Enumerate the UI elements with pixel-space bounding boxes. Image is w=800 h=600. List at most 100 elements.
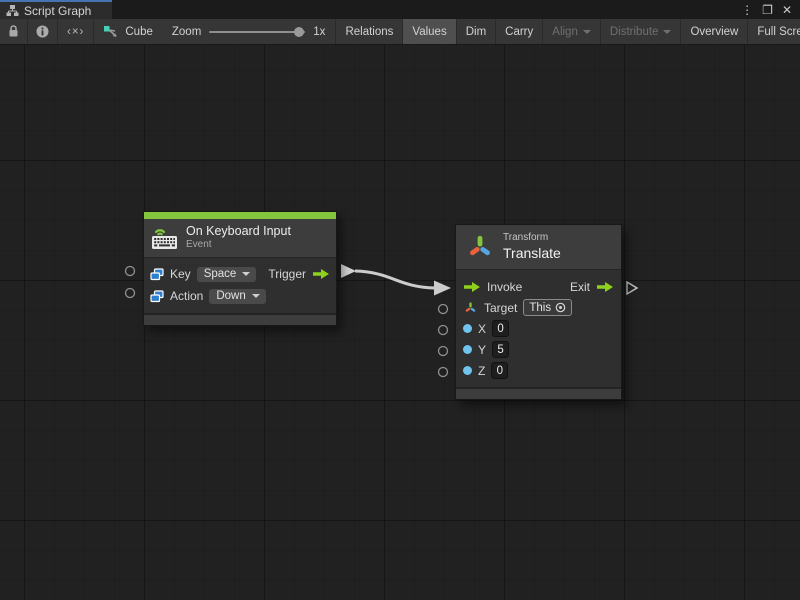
dim-label: Dim (466, 26, 486, 38)
overview-label: Overview (690, 26, 738, 38)
x-value: 0 (497, 323, 503, 335)
titlebar: Script Graph ⋮ ❐ ✕ (0, 0, 800, 19)
zoom-slider[interactable] (209, 31, 305, 33)
z-value: 0 (497, 365, 503, 377)
info-button[interactable] (28, 19, 58, 44)
keyboard-node-header[interactable]: On Keyboard Input Event (144, 219, 336, 258)
key-value: Space (204, 268, 237, 280)
value-dot-icon (463, 366, 472, 375)
titlebar-spacer (112, 0, 741, 19)
relations-button[interactable]: Relations (336, 19, 403, 44)
values-label: Values (412, 26, 446, 38)
target-label: Target (484, 301, 517, 315)
z-row: Z 0 (463, 360, 614, 381)
connection-layer (0, 45, 800, 600)
wire-trigger-to-invoke[interactable] (355, 271, 435, 288)
values-button[interactable]: Values (403, 19, 456, 44)
value-port-action[interactable] (126, 289, 135, 298)
translate-node-header[interactable]: Transform Translate (456, 225, 621, 270)
keyboard-node-body: Key Space Trigger Action Down (144, 258, 336, 313)
action-label: Action (170, 289, 203, 303)
info-icon (36, 25, 49, 38)
exit-label: Exit (570, 280, 590, 294)
node-on-keyboard-input[interactable]: On Keyboard Input Event Key Space Trigge… (143, 211, 337, 326)
x-input[interactable]: 0 (492, 320, 509, 337)
node-title: On Keyboard Input (186, 224, 291, 239)
value-port-y[interactable] (439, 347, 448, 356)
invoke-row: Invoke Exit (463, 276, 614, 297)
y-input[interactable]: 5 (492, 341, 509, 358)
transform-icon (465, 233, 495, 262)
lock-icon (8, 25, 19, 38)
z-input[interactable]: 0 (491, 362, 508, 379)
carry-button[interactable]: Carry (496, 19, 543, 44)
z-label: Z (478, 364, 485, 378)
full-screen-button[interactable]: Full Screen (748, 19, 800, 44)
node-title: Translate (503, 245, 561, 263)
invoke-label: Invoke (487, 280, 522, 294)
value-port-z[interactable] (439, 368, 448, 377)
exit-flow-arrow-icon[interactable] (596, 281, 614, 293)
chevron-down-icon (663, 30, 671, 34)
script-graph-window: Script Graph ⋮ ❐ ✕ ‹×› (0, 0, 800, 600)
relations-label: Relations (345, 26, 393, 38)
node-transform-translate[interactable]: Transform Translate Invoke Exit (455, 224, 622, 400)
tab-script-graph[interactable]: Script Graph (0, 0, 112, 19)
align-dropdown[interactable]: Align (543, 19, 601, 44)
literal-value-icon (150, 268, 164, 281)
chevron-down-icon (252, 294, 260, 298)
close-icon[interactable]: ✕ (782, 4, 792, 16)
value-port-x[interactable] (439, 326, 448, 335)
window-menu-icon[interactable]: ⋮ (741, 4, 753, 16)
graph-target-button[interactable]: Cube (94, 19, 162, 44)
trigger-flow-arrow-icon[interactable] (312, 268, 330, 280)
graph-pointer-icon (103, 25, 119, 39)
y-label: Y (478, 343, 486, 357)
graph-canvas[interactable]: On Keyboard Input Event Key Space Trigge… (0, 45, 800, 600)
zoom-value: 1x (313, 26, 325, 38)
translate-node-body: Invoke Exit Target This (456, 270, 621, 387)
distribute-label: Distribute (610, 26, 659, 38)
chevron-down-icon (583, 30, 591, 34)
action-row: Action Down (150, 285, 330, 307)
code-view-button[interactable]: ‹×› (58, 19, 94, 44)
target-value: This (529, 302, 551, 314)
y-row: Y 5 (463, 339, 614, 360)
transform-mini-icon (463, 301, 478, 315)
event-accent-bar (144, 212, 336, 219)
tab-title: Script Graph (24, 4, 91, 18)
zoom-label: Zoom (172, 26, 201, 38)
target-object-field[interactable]: This (523, 299, 572, 316)
key-dropdown[interactable]: Space (197, 267, 257, 282)
lock-button[interactable] (0, 19, 28, 44)
align-label: Align (552, 26, 578, 38)
target-row: Target This (463, 297, 614, 318)
keyboard-node-footer (144, 313, 336, 325)
code-icon: ‹×› (67, 26, 84, 38)
chevron-down-icon (242, 272, 250, 276)
distribute-dropdown[interactable]: Distribute (601, 19, 682, 44)
value-port-target[interactable] (439, 305, 448, 314)
maximize-icon[interactable]: ❐ (762, 4, 773, 16)
overview-button[interactable]: Overview (681, 19, 748, 44)
graph-hierarchy-icon (6, 4, 19, 17)
exit-flow-port-triangle[interactable] (627, 282, 637, 294)
x-label: X (478, 322, 486, 336)
value-port-key[interactable] (126, 267, 135, 276)
node-category: Transform (503, 232, 561, 245)
key-row: Key Space Trigger (150, 263, 330, 285)
zoom-slider-handle[interactable] (294, 27, 304, 37)
keyboard-event-icon (151, 225, 178, 250)
toolbar: ‹×› Cube Zoom 1x Relations Values Dim Ca… (0, 19, 800, 45)
object-picker-icon[interactable] (555, 302, 566, 313)
key-label: Key (170, 267, 191, 281)
value-dot-icon (463, 345, 472, 354)
wire-arrowhead (434, 281, 451, 296)
node-subtitle: Event (186, 239, 291, 251)
dim-button[interactable]: Dim (457, 19, 496, 44)
action-dropdown[interactable]: Down (209, 289, 265, 304)
invoke-flow-arrow-icon[interactable] (463, 281, 481, 293)
wire-start-triangle[interactable] (341, 264, 356, 278)
graph-name-label: Cube (125, 26, 153, 38)
x-row: X 0 (463, 318, 614, 339)
